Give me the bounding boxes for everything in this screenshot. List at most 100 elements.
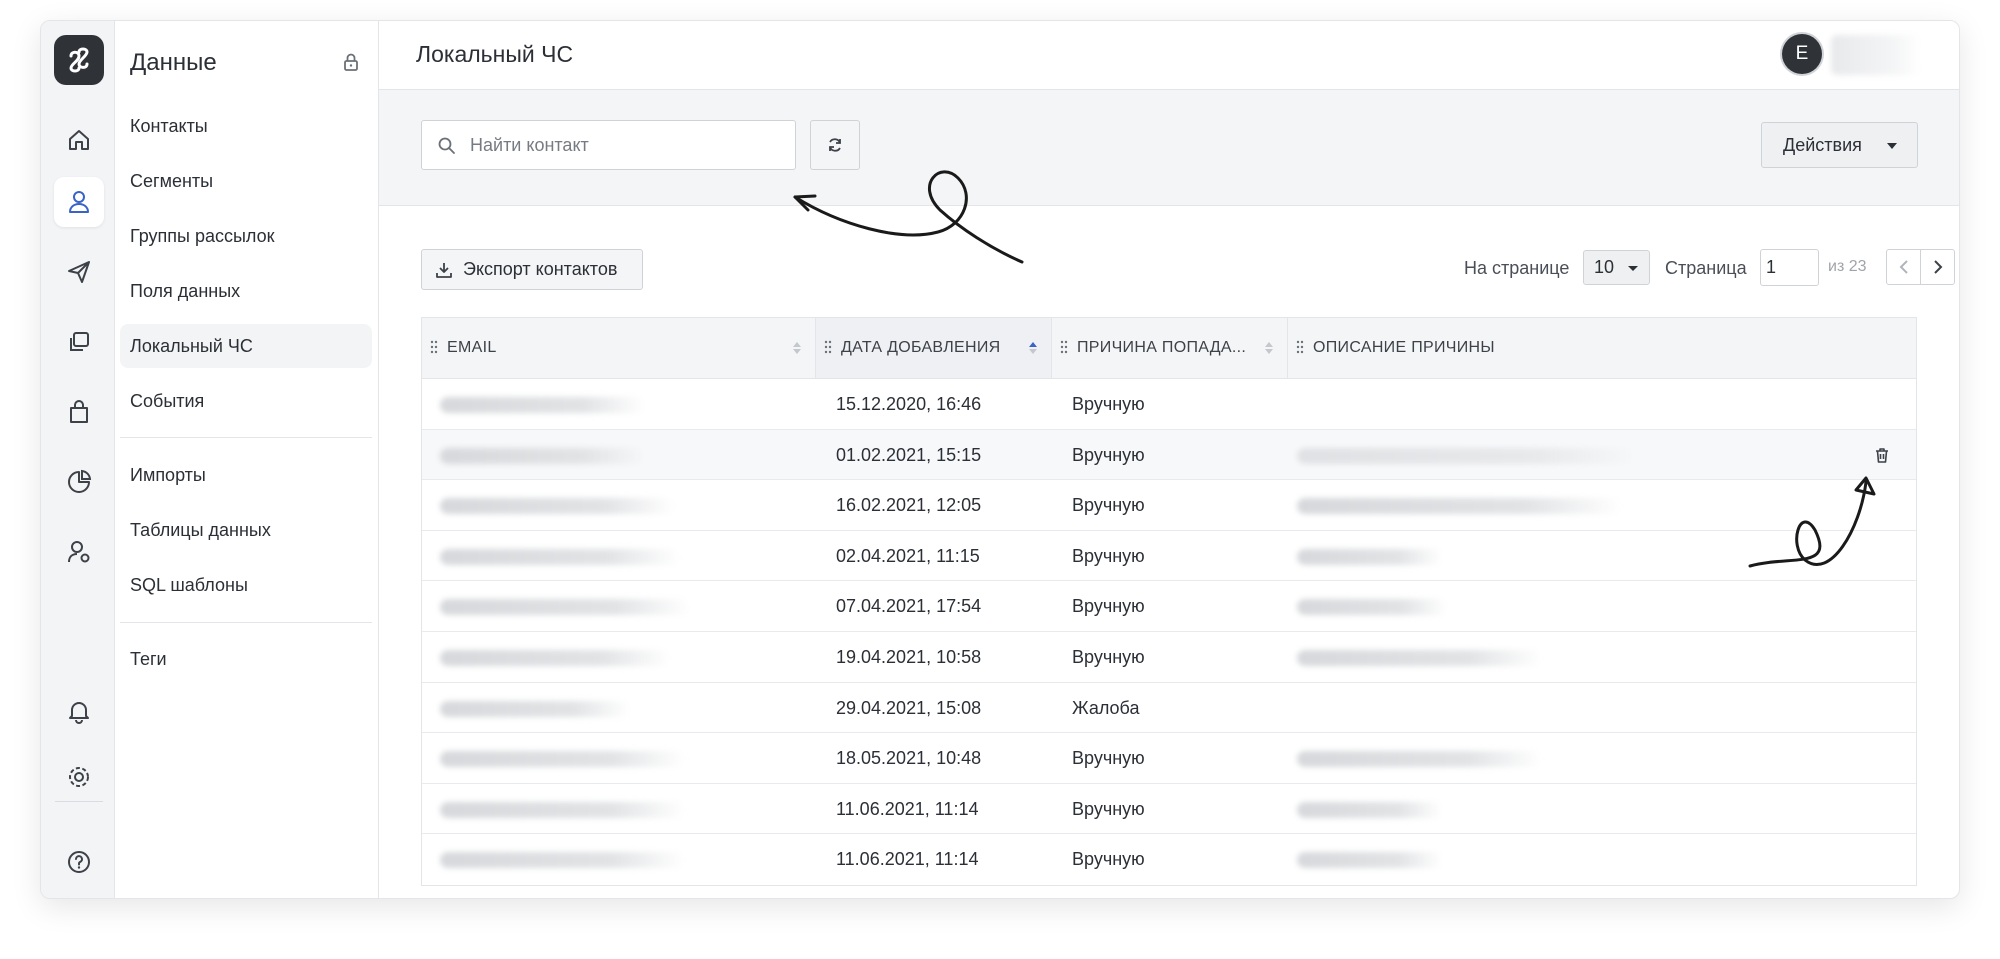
date-cell: 15.12.2020, 16:46 <box>836 394 982 414</box>
per-page-label: На странице <box>1464 258 1570 278</box>
description-redacted <box>1297 801 1442 818</box>
table-row[interactable]: 11.06.2021, 11:14 Вручную <box>422 784 1916 835</box>
date-cell: 16.02.2021, 12:05 <box>836 495 982 516</box>
sort-icon[interactable] <box>792 341 802 355</box>
description-redacted <box>1297 649 1542 666</box>
page-number-input[interactable] <box>1760 249 1819 286</box>
drag-handle-icon[interactable] <box>1296 340 1304 354</box>
table-row[interactable]: 07.04.2021, 17:54 Вручную <box>422 581 1916 632</box>
refresh-icon <box>829 138 841 152</box>
user-settings-nav[interactable] <box>54 527 104 577</box>
email-redacted <box>440 700 630 717</box>
column-date-label: ДАТА ДОБАВЛЕНИЯ <box>841 339 1001 356</box>
templates-nav[interactable] <box>54 317 104 367</box>
column-reason[interactable]: ПРИЧИНА ПОПАДА... <box>1052 318 1288 378</box>
table-row[interactable]: 15.12.2020, 16:46 Вручную <box>422 379 1916 430</box>
next-page-button[interactable] <box>1920 249 1955 285</box>
description-redacted <box>1297 498 1622 515</box>
bell-icon <box>69 702 89 724</box>
email-redacted <box>440 801 685 818</box>
column-description[interactable]: ОПИСАНИЕ ПРИЧИНЫ <box>1288 318 1916 378</box>
reason-cell: Вручную <box>1072 646 1145 667</box>
per-page-select[interactable]: 10 <box>1583 250 1650 285</box>
drag-handle-icon[interactable] <box>430 340 438 354</box>
table-row[interactable]: 18.05.2021, 10:48 Вручную <box>422 733 1916 784</box>
download-icon <box>436 263 452 278</box>
column-email-label: EMAIL <box>447 339 497 356</box>
help-nav[interactable] <box>54 837 104 887</box>
table-row[interactable]: 16.02.2021, 12:05 Вручную <box>422 480 1916 531</box>
table-header: EMAIL ДАТА ДОБАВЛЕНИЯ ПРИЧИНА ПОПАДА... … <box>422 318 1916 379</box>
settings-nav[interactable] <box>54 752 104 802</box>
date-cell: 18.05.2021, 10:48 <box>836 748 982 769</box>
home-nav[interactable] <box>54 115 104 165</box>
sidebar-item-data-fields[interactable]: Поля данных <box>120 269 372 313</box>
app-logo[interactable] <box>54 35 104 85</box>
sidebar-divider <box>120 622 372 623</box>
reason-cell: Жалоба <box>1072 697 1140 718</box>
reason-cell: Вручную <box>1072 849 1145 870</box>
date-cell: 29.04.2021, 15:08 <box>836 697 982 718</box>
sidebar-item-contacts[interactable]: Контакты <box>120 104 372 148</box>
sidebar-item-events[interactable]: События <box>120 379 372 423</box>
reason-cell: Вручную <box>1072 394 1145 414</box>
date-cell: 11.06.2021, 11:14 <box>836 798 979 819</box>
sidebar-item-sql-templates[interactable]: SQL шаблоны <box>120 563 372 607</box>
reason-cell: Вручную <box>1072 798 1145 819</box>
table-row[interactable]: 11.06.2021, 11:14 Вручную <box>422 834 1916 885</box>
sidebar-item-imports[interactable]: Импорты <box>120 453 372 497</box>
page-title: Локальный ЧС <box>416 41 574 67</box>
user-icon <box>69 191 89 213</box>
icon-rail <box>41 21 115 898</box>
help-icon <box>68 851 90 873</box>
actions-dropdown[interactable]: Действия <box>1761 122 1918 168</box>
table-row[interactable]: 29.04.2021, 15:08 Жалоба <box>422 683 1916 734</box>
drag-handle-icon[interactable] <box>824 340 832 354</box>
sidebar-item-mailing-groups[interactable]: Группы рассылок <box>120 214 372 258</box>
drag-handle-icon[interactable] <box>1060 340 1068 354</box>
blacklist-table: EMAIL ДАТА ДОБАВЛЕНИЯ ПРИЧИНА ПОПАДА... … <box>421 317 1917 886</box>
email-redacted <box>440 447 645 464</box>
table-row[interactable]: 01.02.2021, 15:15 Вручную <box>422 429 1916 481</box>
sidebar-item-local-blacklist[interactable]: Локальный ЧС <box>120 324 372 368</box>
description-redacted <box>1297 852 1442 869</box>
column-description-label: ОПИСАНИЕ ПРИЧИНЫ <box>1313 339 1495 356</box>
sort-icon[interactable] <box>1264 341 1274 355</box>
sort-ascending-icon[interactable] <box>1028 341 1038 355</box>
column-reason-label: ПРИЧИНА ПОПАДА... <box>1077 339 1247 356</box>
chevron-right-icon <box>1933 260 1942 274</box>
column-date-added[interactable]: ДАТА ДОБАВЛЕНИЯ <box>816 318 1052 378</box>
email-redacted <box>440 852 685 869</box>
sidebar-item-data-tables[interactable]: Таблицы данных <box>120 508 372 552</box>
table-row[interactable]: 19.04.2021, 10:58 Вручную <box>422 632 1916 683</box>
export-contacts-button[interactable]: Экспорт контактов <box>421 249 643 290</box>
lock-icon[interactable] <box>340 51 362 73</box>
sidebar-item-tags[interactable]: Теги <box>120 637 372 681</box>
date-cell: 11.06.2021, 11:14 <box>836 849 979 870</box>
table-row[interactable]: 02.04.2021, 11:15 Вручную <box>422 531 1916 582</box>
user-name-redacted[interactable] <box>1831 35 1921 75</box>
email-redacted <box>440 397 645 413</box>
app-window: Данные Контакты Сегменты Группы рассылок… <box>40 20 1960 899</box>
top-bar: Локальный ЧС E <box>379 21 1959 90</box>
analytics-nav[interactable] <box>54 457 104 507</box>
refresh-button[interactable] <box>810 120 860 170</box>
page-total: из 23 <box>1828 258 1867 275</box>
page-label: Страница <box>1665 258 1747 278</box>
caret-down-icon <box>1628 266 1638 271</box>
description-redacted <box>1297 447 1637 464</box>
search-input[interactable] <box>470 121 790 169</box>
shop-nav[interactable] <box>54 387 104 437</box>
campaigns-nav[interactable] <box>54 247 104 297</box>
prev-page-button[interactable] <box>1886 249 1921 285</box>
avatar[interactable]: E <box>1782 34 1822 74</box>
sidebar-item-segments[interactable]: Сегменты <box>120 159 372 203</box>
notifications-nav[interactable] <box>54 686 104 736</box>
column-email[interactable]: EMAIL <box>422 318 816 378</box>
contacts-nav[interactable] <box>54 177 104 227</box>
description-redacted <box>1297 751 1542 768</box>
date-cell: 19.04.2021, 10:58 <box>836 646 982 667</box>
email-redacted <box>440 751 685 768</box>
trash-icon[interactable] <box>1872 445 1892 465</box>
date-cell: 01.02.2021, 15:15 <box>836 444 982 465</box>
